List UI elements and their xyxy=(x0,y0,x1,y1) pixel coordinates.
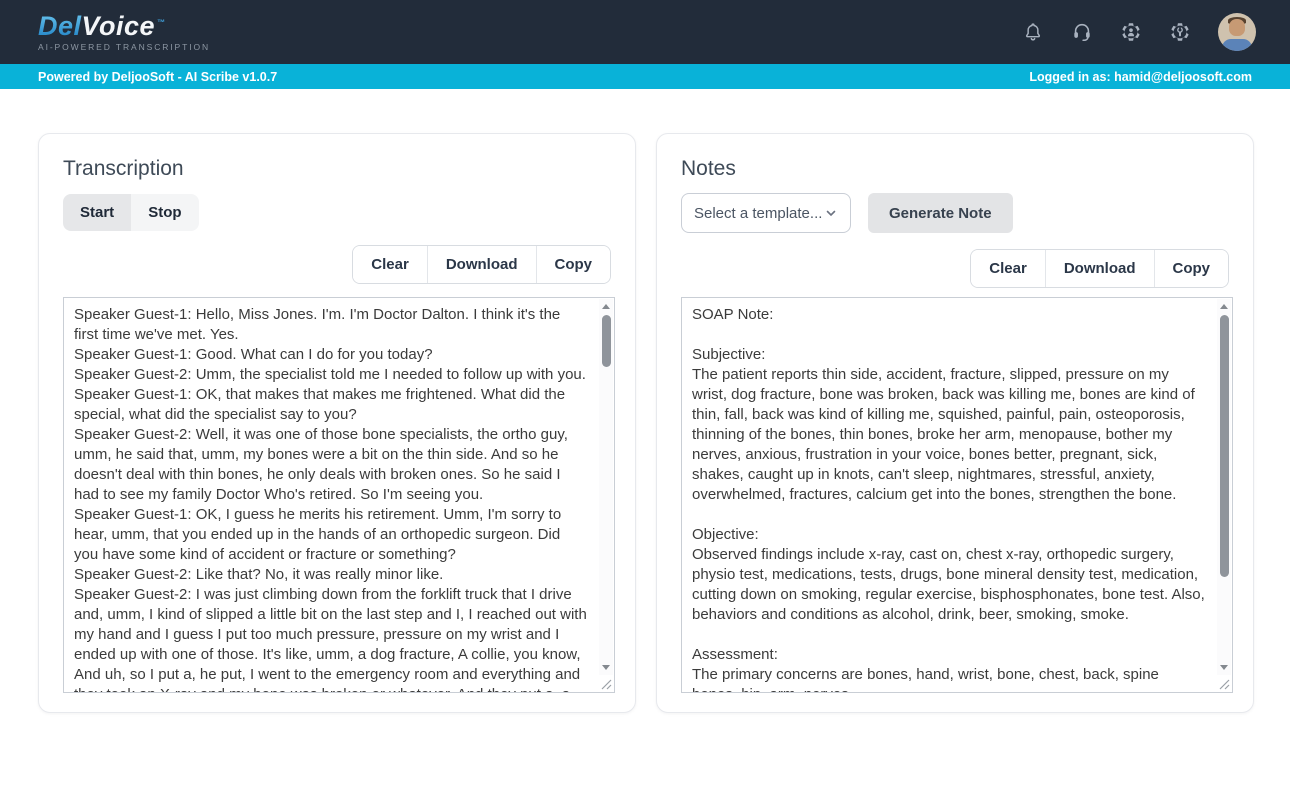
status-bar: Powered by DeljooSoft - AI Scribe v1.0.7… xyxy=(0,64,1290,89)
settings-gear-icon[interactable] xyxy=(1169,21,1191,43)
template-select-value: Select a template... xyxy=(694,205,822,222)
notes-title: Notes xyxy=(681,157,736,181)
scroll-up-arrow-icon[interactable] xyxy=(1220,304,1228,309)
brand-del: Del xyxy=(38,11,82,41)
chevron-down-icon xyxy=(824,206,838,220)
scroll-up-arrow-icon[interactable] xyxy=(602,304,610,309)
header-actions xyxy=(1022,13,1256,51)
notes-copy-button[interactable]: Copy xyxy=(1154,250,1229,287)
notes-panel: Notes Select a template... Generate Note… xyxy=(656,133,1254,713)
transcription-title: Transcription xyxy=(63,157,184,181)
notes-clear-button[interactable]: Clear xyxy=(971,250,1045,287)
start-button[interactable]: Start xyxy=(63,194,131,231)
brand-tagline: AI-POWERED TRANSCRIPTION xyxy=(38,43,210,52)
logged-in-text: Logged in as: hamid@deljoosoft.com xyxy=(1029,70,1252,84)
scrollbar-thumb[interactable] xyxy=(602,315,611,367)
app-header: DelVoice™ AI-POWERED TRANSCRIPTION xyxy=(0,0,1290,64)
notes-download-button[interactable]: Download xyxy=(1045,250,1154,287)
account-gear-icon[interactable] xyxy=(1120,21,1142,43)
support-headset-icon[interactable] xyxy=(1071,21,1093,43)
record-controls: Start Stop xyxy=(63,194,199,231)
resize-grip-icon[interactable] xyxy=(598,676,613,691)
notification-bell-icon[interactable] xyxy=(1022,21,1044,43)
avatar-face xyxy=(1229,19,1245,36)
app-window: DelVoice™ AI-POWERED TRANSCRIPTION xyxy=(0,0,1290,796)
scrollbar-thumb[interactable] xyxy=(1220,315,1229,577)
transcription-copy-button[interactable]: Copy xyxy=(536,246,611,283)
notes-scrollbar[interactable] xyxy=(1217,299,1231,675)
transcription-panel: Transcription Start Stop Clear Download … xyxy=(38,133,636,713)
brand-wordmark: DelVoice™ xyxy=(38,13,210,40)
avatar-shirt xyxy=(1222,39,1252,51)
generate-note-button[interactable]: Generate Note xyxy=(868,193,1013,233)
brand-voice: Voice xyxy=(82,11,156,41)
transcription-actions: Clear Download Copy xyxy=(352,245,611,284)
stop-button[interactable]: Stop xyxy=(131,194,198,231)
notes-actions: Clear Download Copy xyxy=(970,249,1229,288)
app-logo: DelVoice™ AI-POWERED TRANSCRIPTION xyxy=(38,13,210,52)
resize-grip-icon[interactable] xyxy=(1216,676,1231,691)
template-select[interactable]: Select a template... xyxy=(681,193,851,233)
user-avatar[interactable] xyxy=(1218,13,1256,51)
scroll-down-arrow-icon[interactable] xyxy=(1220,665,1228,670)
powered-by-text: Powered by DeljooSoft - AI Scribe v1.0.7 xyxy=(38,70,277,84)
trademark-symbol: ™ xyxy=(157,18,166,27)
transcription-download-button[interactable]: Download xyxy=(427,246,536,283)
scroll-down-arrow-icon[interactable] xyxy=(602,665,610,670)
notes-textarea[interactable]: SOAP Note: Subjective: The patient repor… xyxy=(681,297,1233,693)
notes-text: SOAP Note: Subjective: The patient repor… xyxy=(692,305,1206,692)
transcription-clear-button[interactable]: Clear xyxy=(353,246,427,283)
transcription-text: Speaker Guest-1: Hello, Miss Jones. I'm.… xyxy=(74,305,588,692)
transcription-scrollbar[interactable] xyxy=(599,299,613,675)
transcription-textarea[interactable]: Speaker Guest-1: Hello, Miss Jones. I'm.… xyxy=(63,297,615,693)
